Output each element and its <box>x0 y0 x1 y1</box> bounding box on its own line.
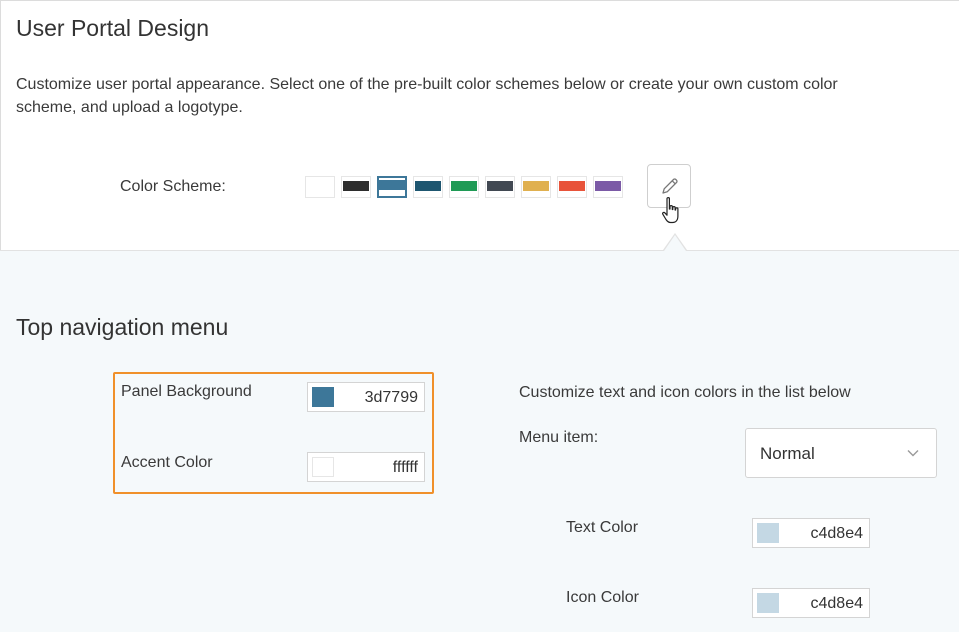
page-title: User Portal Design <box>16 15 210 41</box>
color-scheme-swatch[interactable] <box>593 176 623 198</box>
pencil-icon <box>662 178 678 194</box>
panel-background-label: Panel Background <box>121 383 252 400</box>
accent-color-swatch[interactable] <box>312 457 334 477</box>
panel-background-input[interactable]: 3d7799 <box>307 382 425 412</box>
accent-color-value: ffffff <box>392 459 418 476</box>
swatch-color-bar <box>379 180 405 190</box>
swatch-color-bar <box>595 181 621 191</box>
icon-color-value: c4d8e4 <box>810 595 864 612</box>
color-scheme-swatch[interactable] <box>377 176 407 198</box>
panel-background-value: 3d7799 <box>364 389 418 406</box>
color-scheme-swatches <box>305 176 623 198</box>
swatch-color-bar <box>307 181 333 191</box>
icon-color-swatch[interactable] <box>757 593 779 613</box>
color-scheme-swatch[interactable] <box>341 176 371 198</box>
section-title: Top navigation menu <box>16 314 229 340</box>
swatch-color-bar <box>487 181 513 191</box>
swatch-color-bar <box>559 181 585 191</box>
color-scheme-swatch[interactable] <box>521 176 551 198</box>
swatch-color-bar <box>523 181 549 191</box>
color-scheme-swatch[interactable] <box>413 176 443 198</box>
accent-color-label: Accent Color <box>121 454 213 471</box>
swatch-color-bar <box>415 181 441 191</box>
hand-pointer-icon <box>662 197 679 224</box>
text-color-input[interactable]: c4d8e4 <box>752 518 870 548</box>
text-color-swatch[interactable] <box>757 523 779 543</box>
color-scheme-swatch[interactable] <box>485 176 515 198</box>
description-line-1: Customize user portal appearance. Select… <box>16 76 838 93</box>
text-color-value: c4d8e4 <box>810 525 864 542</box>
swatch-color-bar <box>451 181 477 191</box>
menu-item-label: Menu item: <box>519 429 599 446</box>
menu-item-select[interactable]: Normal <box>745 428 937 478</box>
page-description: Customize user portal appearance. Select… <box>16 73 959 119</box>
swatch-color-bar <box>343 181 369 191</box>
menu-item-selected-value: Normal <box>760 444 815 463</box>
color-scheme-swatch[interactable] <box>305 176 335 198</box>
menu-customization-note: Customize text and icon colors in the li… <box>519 384 851 401</box>
chevron-down-icon <box>907 450 919 457</box>
description-line-2: scheme, and upload a logotype. <box>16 99 243 116</box>
icon-color-input[interactable]: c4d8e4 <box>752 588 870 618</box>
text-color-label: Text Color <box>566 519 639 536</box>
color-scheme-swatch[interactable] <box>557 176 587 198</box>
panel-background-swatch[interactable] <box>312 387 334 407</box>
accent-color-input[interactable]: ffffff <box>307 452 425 482</box>
color-scheme-label: Color Scheme: <box>120 178 226 195</box>
icon-color-label: Icon Color <box>566 589 639 606</box>
popover-caret-fill <box>664 235 686 251</box>
color-scheme-swatch[interactable] <box>449 176 479 198</box>
